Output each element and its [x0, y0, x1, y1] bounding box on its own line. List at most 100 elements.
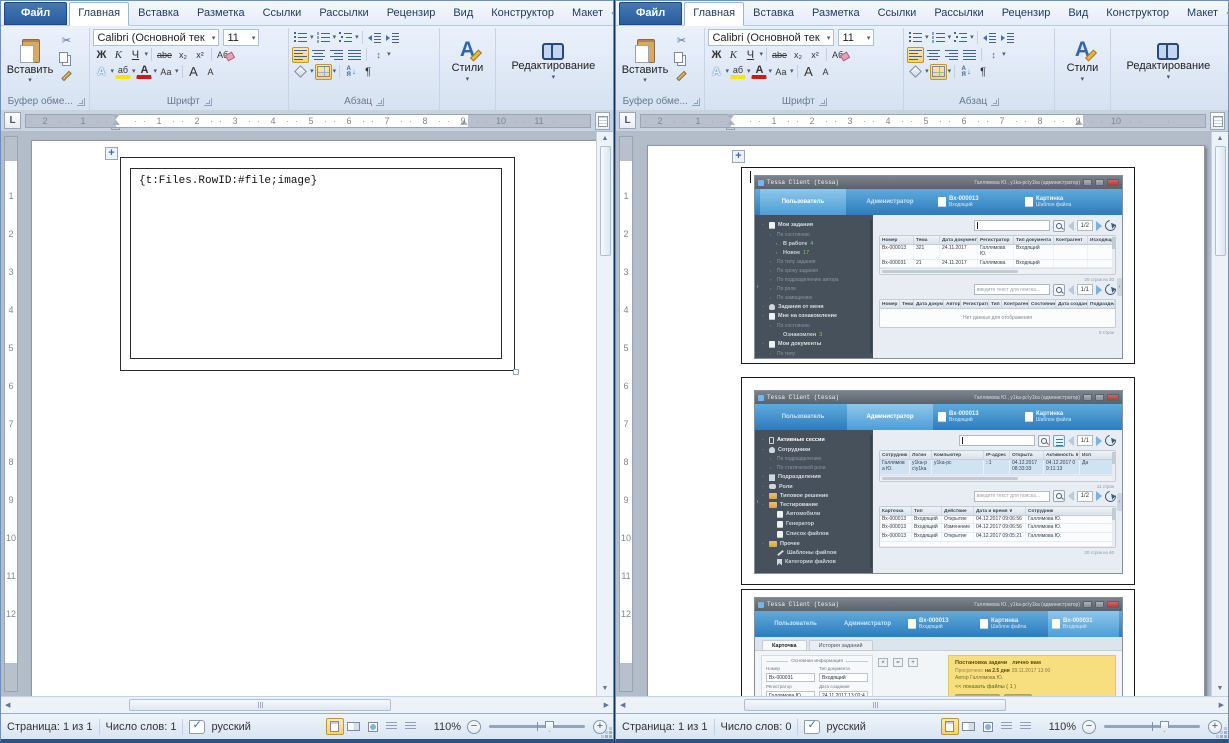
grow-font-button[interactable]: А: [186, 64, 202, 80]
chevron-down-icon[interactable]: ▾: [747, 68, 751, 75]
tessa-tab[interactable]: Пользователь: [760, 611, 831, 637]
sidebar-item[interactable]: Прочее: [755, 539, 873, 548]
sidebar-item[interactable]: Подразделения: [755, 472, 873, 482]
tab-selector[interactable]: L: [619, 112, 636, 129]
ribbon-tab[interactable]: Вставка: [744, 2, 803, 25]
word-count[interactable]: Число слов: 1: [106, 721, 177, 733]
align-right-button[interactable]: [328, 47, 345, 63]
shrink-font-button[interactable]: А: [203, 64, 219, 80]
scroll-down-icon[interactable]: ▼: [1217, 684, 1224, 694]
table-vscrollbar[interactable]: [1112, 451, 1115, 481]
sidebar-item[interactable]: По статической роли: [755, 463, 873, 472]
text-box-border[interactable]: {t:Files.RowID:#file;image}: [130, 168, 502, 359]
zoom-out-button[interactable]: −: [1082, 720, 1096, 734]
search-icon[interactable]: [1053, 490, 1065, 502]
align-right-button[interactable]: [943, 47, 960, 63]
paste-button[interactable]: Вставить ▾: [621, 29, 669, 93]
bullets-button[interactable]: [292, 30, 309, 46]
increase-indent-button[interactable]: [999, 30, 1016, 46]
scrollbar-thumb[interactable]: [1215, 146, 1226, 256]
column-header[interactable]: Сотрудник: [1026, 507, 1115, 515]
close-button[interactable]: [1107, 601, 1119, 608]
tab-selector[interactable]: L: [4, 112, 21, 129]
scrollbar-thumb[interactable]: [744, 699, 1006, 711]
minimize-button[interactable]: [1083, 179, 1092, 186]
collapse-right-panel-icon[interactable]: ‹: [1117, 493, 1122, 511]
text-effects-button[interactable]: А: [708, 64, 724, 80]
object-move-handle[interactable]: +: [732, 150, 745, 163]
chevron-down-icon[interactable]: ▾: [333, 34, 337, 41]
draft-view-button[interactable]: [1017, 718, 1035, 735]
draft-view-button[interactable]: [402, 718, 420, 735]
column-header[interactable]: Исп: [1080, 451, 1115, 459]
bold-button[interactable]: Ж: [708, 47, 724, 63]
prev-page-icon[interactable]: [1068, 436, 1074, 446]
column-header[interactable]: Дата и время ∨: [974, 507, 1026, 515]
font-size-combo[interactable]: 11▾: [838, 29, 874, 46]
search-input[interactable]: введите текст для поиска...: [974, 491, 1050, 502]
column-header[interactable]: Состояние: [1029, 300, 1056, 308]
chevron-down-icon[interactable]: ▾: [132, 68, 136, 75]
sidebar-item[interactable]: По сроку задания: [755, 266, 873, 275]
column-header[interactable]: Сотрудник: [880, 451, 910, 459]
ribbon-tab[interactable]: Макет: [1178, 2, 1227, 25]
justify-button[interactable]: [961, 47, 978, 63]
format-painter-button[interactable]: [673, 68, 690, 84]
tessa-tab[interactable]: Вх-000013Входящий: [934, 404, 1020, 430]
vertical-scrollbar[interactable]: ▲ ▼: [1211, 132, 1228, 696]
bullets-button[interactable]: [907, 30, 924, 46]
font-name-combo[interactable]: Calibri (Основной тек▾: [708, 29, 834, 46]
column-header[interactable]: Компьютер: [932, 451, 984, 459]
ribbon-tab[interactable]: Разметка: [803, 2, 869, 25]
table-vscrollbar[interactable]: [1112, 507, 1115, 547]
column-header[interactable]: Исходящий номер: [1088, 236, 1115, 244]
subscript-button[interactable]: x₂: [790, 47, 806, 63]
align-center-button[interactable]: [310, 47, 327, 63]
chevron-down-icon[interactable]: ▾: [153, 68, 157, 75]
chevron-down-icon[interactable]: ▾: [790, 68, 794, 75]
search-icon[interactable]: [1053, 284, 1065, 296]
chevron-down-icon[interactable]: ▾: [1002, 51, 1006, 58]
show-files-link[interactable]: << показать файлы ( 1 ): [955, 684, 1109, 690]
column-header[interactable]: Дата документа: [914, 300, 944, 308]
chevron-down-icon[interactable]: ▾: [310, 34, 314, 41]
chevron-down-icon[interactable]: ▾: [948, 34, 952, 41]
next-page-icon[interactable]: [1096, 285, 1102, 295]
column-header[interactable]: Контрагент: [1002, 300, 1029, 308]
print-layout-view-button[interactable]: [941, 718, 959, 735]
refresh-icon[interactable]: [1103, 488, 1118, 503]
refresh-icon[interactable]: [1103, 282, 1118, 297]
prev-page-icon[interactable]: [1068, 221, 1074, 231]
show-marks-button[interactable]: ¶: [975, 64, 991, 80]
cut-button[interactable]: ✂: [58, 32, 75, 48]
ribbon-tab[interactable]: Файл: [4, 2, 67, 25]
tessa-tab[interactable]: КартинкаШаблон файла: [1021, 404, 1107, 430]
sidebar-item[interactable]: Ознакомлен3: [755, 330, 873, 339]
table-row[interactable]: Галлямова Ю.y1ka-pc\y1ka y1ka-pc::1 04.1…: [880, 460, 1115, 475]
font-dialog-launcher[interactable]: [204, 98, 212, 106]
sidebar-item[interactable]: Типовое решение: [755, 491, 873, 500]
doc-type-field[interactable]: Входящий: [819, 673, 868, 682]
line-spacing-button[interactable]: ↕: [985, 47, 1001, 63]
ribbon-tab[interactable]: Главная: [684, 2, 744, 26]
ribbon-tab[interactable]: Рассылки: [310, 2, 377, 25]
outline-view-button[interactable]: [998, 718, 1016, 735]
chevron-down-icon[interactable]: ▾: [768, 68, 772, 75]
table-row[interactable]: Вх-000013Входящий Открытие04.12.2017 09:…: [880, 533, 1115, 542]
column-header[interactable]: Активность ∨: [1044, 451, 1080, 459]
align-left-button[interactable]: [907, 47, 924, 63]
ribbon-tab[interactable]: Вид: [1059, 2, 1097, 25]
layers-icon[interactable]: [1053, 435, 1065, 447]
sidebar-item[interactable]: Категории файлов: [755, 557, 873, 567]
scrollbar-thumb[interactable]: [600, 146, 611, 256]
scroll-right-icon[interactable]: ▶: [1219, 701, 1224, 709]
document-page[interactable]: + {t:Files.RowID:#file;image}: [31, 140, 597, 696]
search-icon[interactable]: [1053, 220, 1065, 232]
ruler-toggle-button[interactable]: [595, 112, 610, 130]
underline-button[interactable]: Ч: [127, 47, 143, 63]
sidebar-item[interactable]: По подразделению: [755, 454, 873, 463]
sidebar-item[interactable]: По роли: [755, 284, 873, 293]
table-row[interactable]: Вх-000013Входящий Изменение04.12.2017 09…: [880, 524, 1115, 533]
multilevel-list-button[interactable]: [337, 30, 354, 46]
column-header[interactable]: Карточка: [880, 507, 912, 515]
